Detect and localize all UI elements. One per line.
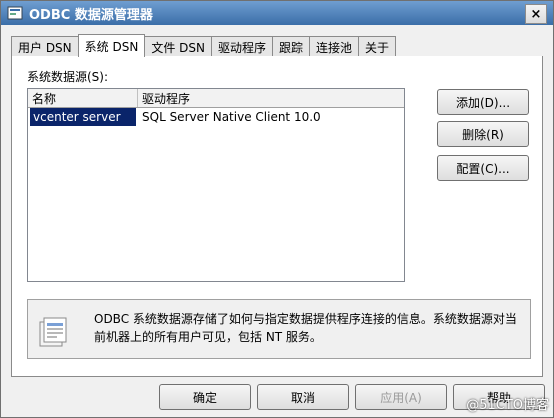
remove-button[interactable]: 删除(R) xyxy=(437,121,529,147)
info-box: ODBC 系统数据源存储了如何与指定数据提供程序连接的信息。系统数据源对当前机器… xyxy=(27,299,531,359)
system-data-sources-label: 系统数据源(S): xyxy=(27,70,109,84)
column-name[interactable]: 名称 xyxy=(28,89,138,107)
ok-button[interactable]: 确定 xyxy=(159,384,251,410)
cancel-button[interactable]: 取消 xyxy=(257,384,349,410)
close-button[interactable]: × xyxy=(525,4,547,24)
odbc-app-icon xyxy=(7,6,23,20)
odbc-window: ODBC 数据源管理器 × 用户 DSN 系统 DSN 文件 DSN 驱动程序 … xyxy=(0,0,554,418)
tab-connection-pool[interactable]: 连接池 xyxy=(309,36,360,57)
tab-system-dsn[interactable]: 系统 DSN xyxy=(77,34,146,57)
dsn-driver: SQL Server Native Client 10.0 xyxy=(142,110,321,124)
list-header: 名称 驱动程序 xyxy=(28,89,404,108)
data-source-icon xyxy=(39,317,67,347)
configure-button[interactable]: 配置(C)... xyxy=(437,155,529,181)
column-driver[interactable]: 驱动程序 xyxy=(138,89,404,107)
info-text: ODBC 系统数据源存储了如何与指定数据提供程序连接的信息。系统数据源对当前机器… xyxy=(94,312,517,344)
tab-about[interactable]: 关于 xyxy=(358,36,397,57)
window-title: ODBC 数据源管理器 xyxy=(29,7,153,23)
tab-user-dsn[interactable]: 用户 DSN xyxy=(11,36,79,57)
tab-strip: 用户 DSN 系统 DSN 文件 DSN 驱动程序 跟踪 连接池 关于 xyxy=(11,34,397,57)
dsn-name[interactable]: vcenter server xyxy=(30,108,136,126)
tab-drivers[interactable]: 驱动程序 xyxy=(210,36,273,57)
tab-file-dsn[interactable]: 文件 DSN xyxy=(144,36,212,57)
close-icon: × xyxy=(530,6,542,22)
dsn-list[interactable]: 名称 驱动程序 vcenter server SQL Server Native… xyxy=(27,88,405,282)
watermark: @51CTO博客 xyxy=(466,398,549,413)
apply-button[interactable]: 应用(A) xyxy=(355,384,447,410)
title-bar: ODBC 数据源管理器 × xyxy=(1,1,553,25)
tab-tracing[interactable]: 跟踪 xyxy=(271,36,310,57)
list-item[interactable]: vcenter server SQL Server Native Client … xyxy=(28,108,404,126)
add-button[interactable]: 添加(D)... xyxy=(437,89,529,115)
